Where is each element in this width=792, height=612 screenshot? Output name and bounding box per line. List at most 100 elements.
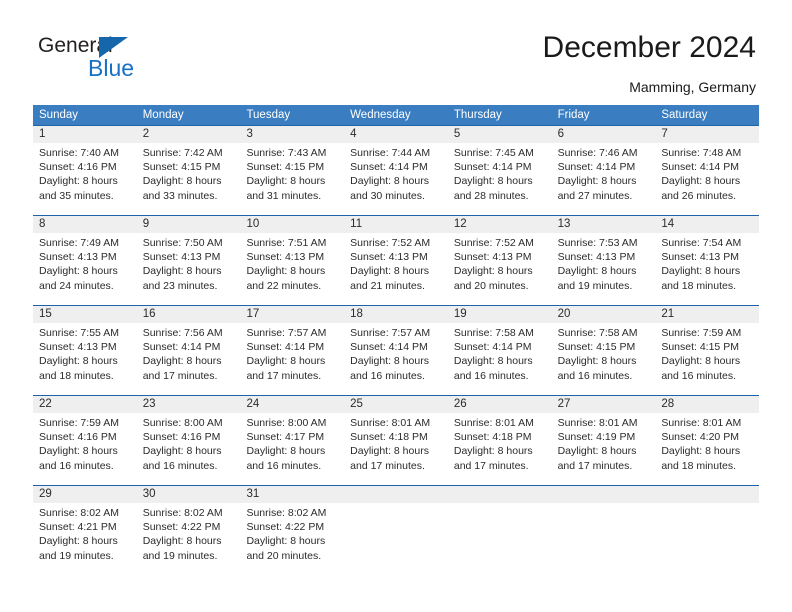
day-number[interactable]: 29 (33, 486, 137, 503)
day-cell[interactable]: Sunrise: 7:55 AM Sunset: 4:13 PM Dayligh… (33, 323, 137, 395)
day-number[interactable]: 25 (344, 396, 448, 413)
general-blue-logo[interactable]: General Blue (38, 34, 238, 86)
day-number[interactable]: 2 (137, 126, 241, 143)
day-number[interactable]: 21 (655, 306, 759, 323)
day-number[interactable]: 24 (240, 396, 344, 413)
weekday-header-sunday: Sunday (39, 109, 79, 121)
day-cell[interactable]: Sunrise: 7:49 AM Sunset: 4:13 PM Dayligh… (33, 233, 137, 305)
day-cell[interactable]: Sunrise: 7:59 AM Sunset: 4:16 PM Dayligh… (33, 413, 137, 485)
day-number[interactable]: 19 (448, 306, 552, 323)
day-number[interactable]: 11 (344, 216, 448, 233)
day-cell[interactable]: Sunrise: 7:59 AM Sunset: 4:15 PM Dayligh… (655, 323, 759, 395)
weekday-header-row: Sunday Monday Tuesday Wednesday Thursday… (33, 105, 759, 125)
day-number[interactable]: 16 (137, 306, 241, 323)
day-number[interactable]: 1 (33, 126, 137, 143)
day-number-empty (448, 486, 552, 503)
weekday-header-tuesday: Tuesday (246, 109, 291, 121)
day-number[interactable]: 28 (655, 396, 759, 413)
daylight-text-line2: and 16 minutes. (246, 459, 322, 472)
day-cell[interactable]: Sunrise: 8:02 AM Sunset: 4:21 PM Dayligh… (33, 503, 137, 575)
day-cell[interactable]: Sunrise: 7:48 AM Sunset: 4:14 PM Dayligh… (655, 143, 759, 215)
day-number[interactable]: 23 (137, 396, 241, 413)
day-number[interactable]: 10 (240, 216, 344, 233)
sunset-text: Sunset: 4:14 PM (557, 161, 636, 174)
day-cell-empty (448, 503, 552, 575)
week-detail-band: Sunrise: 7:40 AM Sunset: 4:16 PM Dayligh… (33, 143, 759, 215)
sunrise-text: Sunrise: 7:44 AM (350, 147, 431, 159)
day-cell[interactable]: Sunrise: 7:43 AM Sunset: 4:15 PM Dayligh… (240, 143, 344, 215)
day-number[interactable]: 13 (552, 216, 656, 233)
day-cell[interactable]: Sunrise: 8:02 AM Sunset: 4:22 PM Dayligh… (240, 503, 344, 575)
day-number[interactable]: 15 (33, 306, 137, 323)
calendar-week-row: 15 16 17 18 19 20 21 Sunrise: 7:55 AM Su… (33, 305, 759, 395)
day-cell[interactable]: Sunrise: 8:00 AM Sunset: 4:17 PM Dayligh… (240, 413, 344, 485)
sunset-text: Sunset: 4:22 PM (142, 521, 221, 534)
day-cell[interactable]: Sunrise: 7:46 AM Sunset: 4:14 PM Dayligh… (552, 143, 656, 215)
sunrise-text: Sunrise: 7:55 AM (39, 327, 119, 339)
day-cell[interactable]: Sunrise: 8:01 AM Sunset: 4:19 PM Dayligh… (552, 413, 656, 485)
day-cell[interactable]: Sunrise: 8:01 AM Sunset: 4:18 PM Dayligh… (448, 413, 552, 485)
day-number[interactable]: 18 (344, 306, 448, 323)
day-number[interactable]: 20 (552, 306, 656, 323)
daylight-text-line2: and 17 minutes. (453, 459, 529, 472)
day-number[interactable]: 6 (552, 126, 656, 143)
sunset-text: Sunset: 4:22 PM (246, 521, 325, 534)
day-cell[interactable]: Sunrise: 7:45 AM Sunset: 4:14 PM Dayligh… (448, 143, 552, 215)
day-number[interactable]: 14 (655, 216, 759, 233)
day-number[interactable]: 9 (137, 216, 241, 233)
day-number-empty (552, 486, 656, 503)
daylight-text-line2: and 18 minutes. (661, 279, 737, 292)
day-number[interactable]: 17 (240, 306, 344, 323)
sunset-text: Sunset: 4:15 PM (661, 341, 739, 354)
daylight-text-line2: and 28 minutes. (453, 189, 529, 202)
sunrise-text: Sunrise: 7:59 AM (661, 327, 742, 339)
day-number[interactable]: 7 (655, 126, 759, 143)
sunrise-text: Sunrise: 7:58 AM (453, 327, 534, 339)
day-cell[interactable]: Sunrise: 8:01 AM Sunset: 4:18 PM Dayligh… (344, 413, 448, 485)
day-cell[interactable]: Sunrise: 7:56 AM Sunset: 4:14 PM Dayligh… (137, 323, 241, 395)
day-number[interactable]: 26 (448, 396, 552, 413)
sunrise-text: Sunrise: 7:40 AM (39, 147, 119, 159)
weekday-header-thursday: Thursday (453, 109, 502, 121)
day-cell[interactable]: Sunrise: 7:58 AM Sunset: 4:15 PM Dayligh… (552, 323, 656, 395)
day-number[interactable]: 31 (240, 486, 344, 503)
day-number[interactable]: 22 (33, 396, 137, 413)
day-cell[interactable]: Sunrise: 7:50 AM Sunset: 4:13 PM Dayligh… (137, 233, 241, 305)
daylight-text-line1: Daylight: 8 hours (246, 445, 326, 458)
day-number[interactable]: 12 (448, 216, 552, 233)
day-cell[interactable]: Sunrise: 7:57 AM Sunset: 4:14 PM Dayligh… (344, 323, 448, 395)
day-cell[interactable]: Sunrise: 7:40 AM Sunset: 4:16 PM Dayligh… (33, 143, 137, 215)
daylight-text-line1: Daylight: 8 hours (453, 175, 533, 188)
day-number[interactable]: 8 (33, 216, 137, 233)
day-cell[interactable]: Sunrise: 8:02 AM Sunset: 4:22 PM Dayligh… (137, 503, 241, 575)
day-cell[interactable]: Sunrise: 7:53 AM Sunset: 4:13 PM Dayligh… (552, 233, 656, 305)
day-cell[interactable]: Sunrise: 7:52 AM Sunset: 4:13 PM Dayligh… (344, 233, 448, 305)
sunrise-text: Sunrise: 8:00 AM (142, 417, 223, 429)
sunrise-text: Sunrise: 8:02 AM (39, 507, 119, 519)
sunset-text: Sunset: 4:14 PM (142, 341, 221, 354)
week-detail-band: Sunrise: 7:55 AM Sunset: 4:13 PM Dayligh… (33, 323, 759, 395)
day-number[interactable]: 5 (448, 126, 552, 143)
day-cell[interactable]: Sunrise: 7:54 AM Sunset: 4:13 PM Dayligh… (655, 233, 759, 305)
day-cell[interactable]: Sunrise: 7:52 AM Sunset: 4:13 PM Dayligh… (448, 233, 552, 305)
day-number[interactable]: 4 (344, 126, 448, 143)
day-number[interactable]: 27 (552, 396, 656, 413)
daylight-text-line2: and 16 minutes. (142, 459, 218, 472)
day-number[interactable]: 30 (137, 486, 241, 503)
day-cell[interactable]: Sunrise: 8:00 AM Sunset: 4:16 PM Dayligh… (137, 413, 241, 485)
page-subtitle-location: Mamming, Germany (629, 79, 756, 95)
daylight-text-line2: and 16 minutes. (557, 369, 633, 382)
daylight-text-line1: Daylight: 8 hours (453, 265, 533, 278)
daylight-text-line2: and 17 minutes. (350, 459, 425, 472)
daylight-text-line1: Daylight: 8 hours (246, 535, 326, 548)
daylight-text-line1: Daylight: 8 hours (142, 265, 222, 278)
day-cell[interactable]: Sunrise: 7:42 AM Sunset: 4:15 PM Dayligh… (137, 143, 241, 215)
day-cell[interactable]: Sunrise: 7:57 AM Sunset: 4:14 PM Dayligh… (240, 323, 344, 395)
sunset-text: Sunset: 4:18 PM (453, 431, 532, 444)
day-cell[interactable]: Sunrise: 7:58 AM Sunset: 4:14 PM Dayligh… (448, 323, 552, 395)
day-cell[interactable]: Sunrise: 8:01 AM Sunset: 4:20 PM Dayligh… (655, 413, 759, 485)
day-cell[interactable]: Sunrise: 7:44 AM Sunset: 4:14 PM Dayligh… (344, 143, 448, 215)
day-number[interactable]: 3 (240, 126, 344, 143)
day-cell[interactable]: Sunrise: 7:51 AM Sunset: 4:13 PM Dayligh… (240, 233, 344, 305)
sunset-text: Sunset: 4:14 PM (453, 341, 532, 354)
